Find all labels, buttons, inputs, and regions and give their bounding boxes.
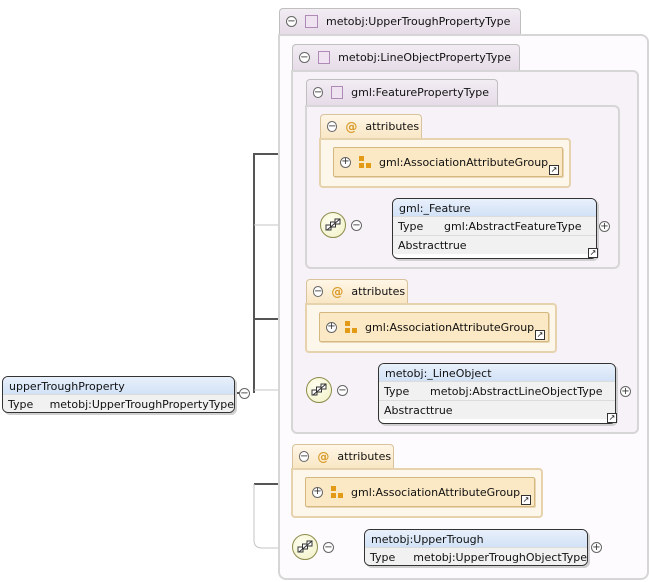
abstract-key: Abstract xyxy=(384,403,431,417)
complex-type-icon xyxy=(317,51,331,64)
feature-element-name: gml:_Feature xyxy=(393,199,596,216)
attributes-label: attributes xyxy=(337,450,392,463)
collapse-icon[interactable]: − xyxy=(313,87,324,98)
line-object-element-name: metobj:_LineObject xyxy=(379,364,615,381)
type-key: Type xyxy=(384,384,410,398)
attributes-label: attributes xyxy=(365,120,420,133)
feature-type-row: Type gml:AbstractFeatureType xyxy=(393,216,596,235)
abstract-value: true xyxy=(444,238,467,252)
collapse-icon[interactable]: − xyxy=(299,451,310,462)
upper-type-header[interactable]: − metobj:UpperTroughPropertyType xyxy=(279,8,521,34)
collapse-icon[interactable]: − xyxy=(299,52,310,63)
attribute-icon: @ xyxy=(317,449,330,464)
attributes-header-1[interactable]: − @ attributes xyxy=(320,114,422,138)
attribute-group-label: gml:AssociationAttributeGroup xyxy=(365,320,535,334)
attribute-icon: @ xyxy=(331,284,344,299)
collapse-icon[interactable]: − xyxy=(286,16,297,27)
complex-type-icon xyxy=(331,86,344,99)
root-element-box[interactable]: upperTroughProperty Type metobj:UpperTro… xyxy=(2,376,235,413)
attribute-group-3[interactable]: + gml:AssociationAttributeGroup xyxy=(305,477,535,507)
attribute-group-2[interactable]: + gml:AssociationAttributeGroup xyxy=(319,312,549,342)
feature-element-box[interactable]: gml:_Feature Type gml:AbstractFeatureTyp… xyxy=(392,198,597,259)
upper-type-label: metobj:UpperTroughPropertyType xyxy=(326,15,511,28)
upper-trough-type-row: Type metobj:UpperTroughObjectType xyxy=(365,547,587,565)
link-icon[interactable]: ↗ xyxy=(607,413,617,423)
sequence-compositor-icon[interactable] xyxy=(320,212,346,238)
attributes-header-3[interactable]: − @ attributes xyxy=(292,444,394,468)
collapse-icon[interactable]: − xyxy=(337,385,348,396)
attributes-header-2[interactable]: − @ attributes xyxy=(306,279,408,303)
expand-icon[interactable]: + xyxy=(312,486,323,498)
expand-icon[interactable]: + xyxy=(591,542,602,553)
expand-icon[interactable]: + xyxy=(340,156,351,168)
complex-type-icon xyxy=(305,15,318,28)
sequence-compositor-icon[interactable] xyxy=(306,377,332,403)
type-value: metobj:AbstractLineObjectType xyxy=(430,384,603,398)
link-icon[interactable]: ↗ xyxy=(521,495,531,505)
expand-icon[interactable]: + xyxy=(620,386,631,397)
attribute-group-icon xyxy=(345,321,357,333)
collapse-root-icon[interactable]: − xyxy=(239,388,250,399)
line-object-element-box[interactable]: metobj:_LineObject Type metobj:AbstractL… xyxy=(378,363,616,424)
attribute-group-1[interactable]: + gml:AssociationAttributeGroup xyxy=(333,147,563,177)
root-element-name: upperTroughProperty xyxy=(3,377,234,394)
link-icon[interactable]: ↗ xyxy=(549,165,559,175)
collapse-icon[interactable]: − xyxy=(327,121,338,132)
sequence-compositor-icon[interactable] xyxy=(292,534,318,560)
type-key: Type xyxy=(8,397,34,411)
link-icon[interactable]: ↗ xyxy=(535,330,545,340)
feature-type-header[interactable]: − gml:FeaturePropertyType xyxy=(306,79,498,105)
line-object-type-row: Type metobj:AbstractLineObjectType xyxy=(379,381,615,400)
expand-icon[interactable]: + xyxy=(599,221,610,232)
type-value: metobj:UpperTroughObjectType xyxy=(413,550,587,564)
attributes-label: attributes xyxy=(351,285,406,298)
type-key: Type xyxy=(370,550,396,564)
upper-trough-element-box[interactable]: metobj:UpperTrough Type metobj:UpperTrou… xyxy=(364,529,588,566)
feature-abstract-row: Abstract true xyxy=(393,235,596,254)
line-object-type-label: metobj:LineObjectPropertyType xyxy=(338,51,511,64)
collapse-icon[interactable]: − xyxy=(313,286,324,297)
attribute-group-label: gml:AssociationAttributeGroup xyxy=(379,155,549,169)
line-object-type-header[interactable]: − metobj:LineObjectPropertyType xyxy=(292,44,520,70)
abstract-value: true xyxy=(430,403,453,417)
type-key: Type xyxy=(398,219,424,233)
abstract-key: Abstract xyxy=(398,238,445,252)
attribute-group-icon xyxy=(331,486,343,498)
attribute-group-label: gml:AssociationAttributeGroup xyxy=(351,485,521,499)
feature-type-label: gml:FeaturePropertyType xyxy=(351,86,489,99)
attribute-icon: @ xyxy=(345,119,358,134)
line-object-abstract-row: Abstract true xyxy=(379,400,615,419)
upper-trough-element-name: metobj:UpperTrough xyxy=(365,530,587,547)
collapse-icon[interactable]: − xyxy=(351,220,362,231)
root-element-type-row: Type metobj:UpperTroughPropertyType xyxy=(3,394,234,412)
type-value: metobj:UpperTroughPropertyType xyxy=(49,397,234,411)
attribute-group-icon xyxy=(359,156,371,168)
expand-icon[interactable]: + xyxy=(326,321,337,333)
collapse-icon[interactable]: − xyxy=(323,542,334,553)
link-icon[interactable]: ↗ xyxy=(588,248,598,258)
type-value: gml:AbstractFeatureType xyxy=(444,219,582,233)
